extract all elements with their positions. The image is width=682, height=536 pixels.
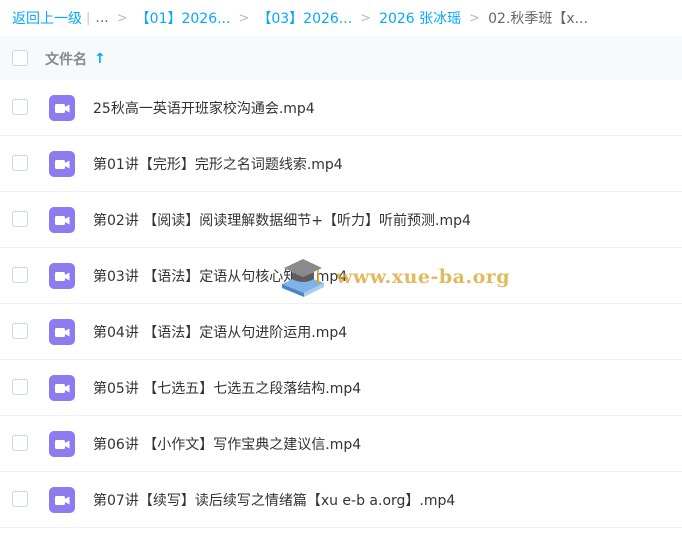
file-row[interactable]: 25秋高一英语开班家校沟通会.mp4 [0, 80, 682, 136]
breadcrumb-arrow: > [238, 10, 250, 26]
video-file-icon [49, 263, 75, 289]
video-file-icon [49, 95, 75, 121]
file-name[interactable]: 第02讲 【阅读】阅读理解数据细节+【听力】听前预测.mp4 [93, 210, 471, 230]
file-row[interactable]: 第04讲 【语法】定语从句进阶运用.mp4 [0, 304, 682, 360]
breadcrumb: 返回上一级 | ... > 【01】2026... > 【03】2026... … [0, 0, 682, 36]
file-name[interactable]: 25秋高一英语开班家校沟通会.mp4 [93, 98, 315, 118]
column-header-label: 文件名 [45, 52, 87, 68]
breadcrumb-arrow: > [469, 10, 481, 26]
back-link[interactable]: 返回上一级 [12, 8, 82, 28]
file-name[interactable]: 第03讲 【语法】定语从句核心知识.mp4 [93, 266, 347, 286]
video-file-icon [49, 431, 75, 457]
video-file-icon [49, 207, 75, 233]
column-header-filename[interactable]: 文件名 ↑ [45, 49, 106, 69]
file-row[interactable]: 第03讲 【语法】定语从句核心知识.mp4 [0, 248, 682, 304]
video-file-icon [49, 319, 75, 345]
breadcrumb-arrow: > [116, 10, 128, 26]
file-name[interactable]: 第01讲【完形】完形之名词题线索.mp4 [93, 154, 343, 174]
breadcrumb-divider: | [86, 10, 91, 26]
breadcrumb-arrow: > [360, 10, 372, 26]
row-checkbox[interactable] [12, 267, 28, 283]
breadcrumb-item-1[interactable]: 【01】2026... [136, 8, 231, 28]
file-row[interactable]: 第01讲【完形】完形之名词题线索.mp4 [0, 136, 682, 192]
file-row[interactable]: 第06讲 【小作文】写作宝典之建议信.mp4 [0, 416, 682, 472]
row-checkbox[interactable] [12, 155, 28, 171]
row-checkbox[interactable] [12, 211, 28, 227]
breadcrumb-item-2[interactable]: 【03】2026... [257, 8, 352, 28]
breadcrumb-item-3[interactable]: 2026 张冰瑶 [379, 8, 461, 28]
breadcrumb-ellipsis[interactable]: ... [95, 10, 108, 26]
video-file-icon [49, 375, 75, 401]
file-name[interactable]: 第07讲【续写】读后续写之情绪篇【xu e-b a.org】.mp4 [93, 490, 455, 510]
row-checkbox[interactable] [12, 99, 28, 115]
file-name[interactable]: 第04讲 【语法】定语从句进阶运用.mp4 [93, 322, 347, 342]
row-checkbox[interactable] [12, 323, 28, 339]
breadcrumb-current: 02.秋季班【x... [488, 11, 588, 27]
sort-ascending-icon[interactable]: ↑ [94, 51, 106, 67]
row-checkbox[interactable] [12, 379, 28, 395]
file-name[interactable]: 第05讲 【七选五】七选五之段落结构.mp4 [93, 378, 361, 398]
row-checkbox[interactable] [12, 435, 28, 451]
file-row[interactable]: 第05讲 【七选五】七选五之段落结构.mp4 [0, 360, 682, 416]
row-checkbox[interactable] [12, 491, 28, 507]
file-row[interactable]: 第07讲【续写】读后续写之情绪篇【xu e-b a.org】.mp4 [0, 472, 682, 528]
file-row[interactable]: 第02讲 【阅读】阅读理解数据细节+【听力】听前预测.mp4 [0, 192, 682, 248]
select-all-checkbox[interactable] [12, 50, 28, 66]
video-file-icon [49, 151, 75, 177]
video-file-icon [49, 487, 75, 513]
file-list: 25秋高一英语开班家校沟通会.mp4 第01讲【完形】完形之名词题线索.mp4 … [0, 80, 682, 528]
file-list-header: 文件名 ↑ [0, 36, 682, 80]
file-name[interactable]: 第06讲 【小作文】写作宝典之建议信.mp4 [93, 434, 361, 454]
